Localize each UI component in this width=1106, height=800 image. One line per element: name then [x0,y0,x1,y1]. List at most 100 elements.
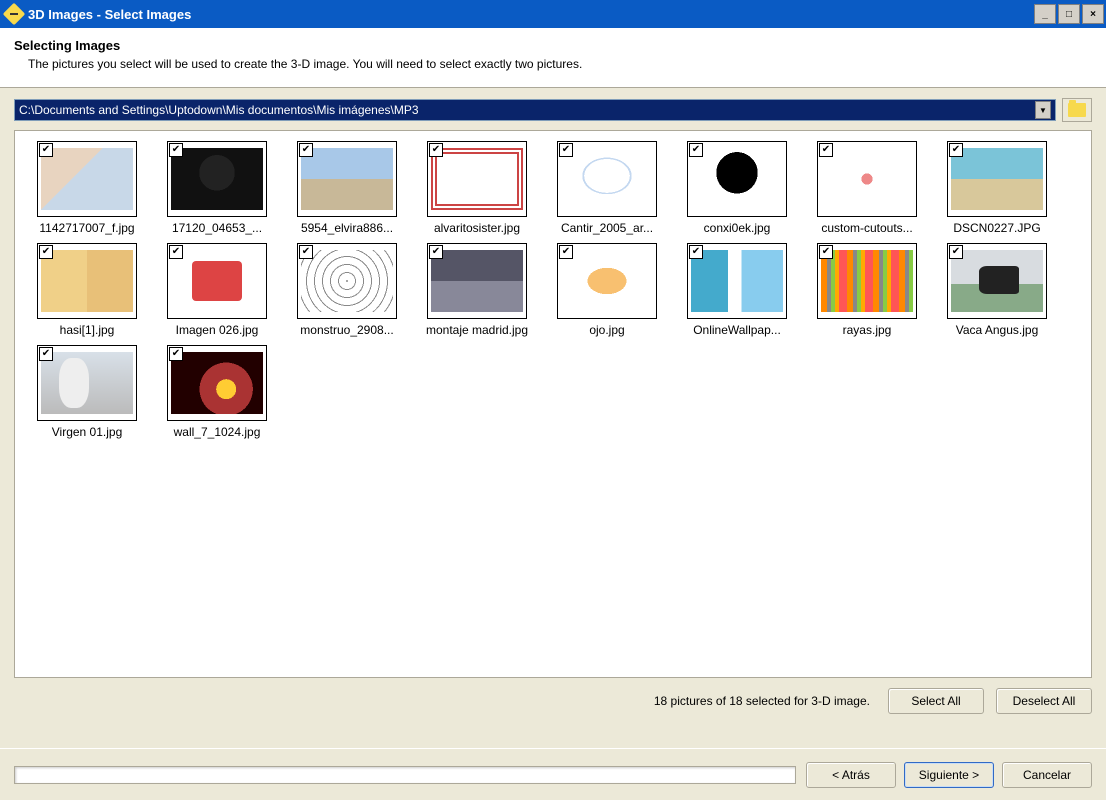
thumbnail-label: OnlineWallpap... [693,323,781,337]
thumbnail-image[interactable]: ✔ [427,243,527,319]
thumbnail-item[interactable]: ✔ojo.jpg [545,243,669,337]
select-all-button[interactable]: Select All [888,688,984,714]
image-placeholder [951,148,1043,210]
thumbnail-image[interactable]: ✔ [167,345,267,421]
thumbnail-image[interactable]: ✔ [167,243,267,319]
page-title: Selecting Images [14,38,1092,53]
image-placeholder [561,250,653,312]
thumbnail-image[interactable]: ✔ [687,243,787,319]
thumbnail-checkbox[interactable]: ✔ [819,245,833,259]
thumbnail-label: rayas.jpg [843,323,892,337]
thumbnail-checkbox[interactable]: ✔ [169,143,183,157]
path-text: C:\Documents and Settings\Uptodown\Mis d… [19,103,419,117]
thumbnail-label: monstruo_2908... [300,323,393,337]
thumbnail-item[interactable]: ✔ montaje madrid.jpg [415,243,539,337]
image-placeholder [431,250,523,312]
thumbnail-image[interactable]: ✔ [37,141,137,217]
thumbnail-item[interactable]: ✔ 5954_elvira886... [285,141,409,235]
deselect-all-button[interactable]: Deselect All [996,688,1092,714]
image-placeholder [951,250,1043,312]
thumbnail-image[interactable]: ✔ [557,243,657,319]
back-button[interactable]: < Atrás [806,762,896,788]
image-placeholder [41,352,133,414]
thumbnail-item[interactable]: ✔17120_04653_... [155,141,279,235]
thumbnail-checkbox[interactable]: ✔ [169,347,183,361]
thumbnail-checkbox[interactable]: ✔ [429,245,443,259]
thumbnail-image[interactable]: ✔ [557,141,657,217]
thumbnail-label: Virgen 01.jpg [52,425,123,439]
thumbnail-label: Imagen 026.jpg [176,323,259,337]
thumbnail-label: 5954_elvira886... [301,221,393,235]
thumbnail-item[interactable]: ✔DSCN0227.JPG [935,141,1059,235]
thumbnail-grid: ✔1142717007_f.jpg✔17120_04653_...✔5954_e… [25,141,1081,439]
image-placeholder [821,250,913,312]
thumbnail-checkbox[interactable]: ✔ [429,143,443,157]
thumbnail-item[interactable]: ✔alvaritosister.jpg [415,141,539,235]
thumbnail-image[interactable]: ✔ [947,243,1047,319]
image-placeholder [171,148,263,210]
cancel-button[interactable]: Cancelar [1002,762,1092,788]
thumbnail-label: Cantir_2005_ar... [561,221,653,235]
thumbnail-item[interactable]: ✔ rayas.jpg [805,243,929,337]
thumbnail-image[interactable]: ✔ [427,141,527,217]
thumbnail-image[interactable]: ✔ [37,243,137,319]
thumbnail-label: conxi0ek.jpg [704,221,771,235]
selection-row: 18 pictures of 18 selected for 3-D image… [14,678,1092,724]
path-row: C:\Documents and Settings\Uptodown\Mis d… [14,98,1092,122]
thumbnail-item[interactable]: ✔ Cantir_2005_ar... [545,141,669,235]
thumbnail-checkbox[interactable]: ✔ [39,245,53,259]
browse-button[interactable] [1062,98,1092,122]
thumbnail-checkbox[interactable]: ✔ [949,245,963,259]
thumbnail-image[interactable]: ✔ [817,141,917,217]
thumbnail-checkbox[interactable]: ✔ [299,245,313,259]
thumbnail-item[interactable]: ✔ Imagen 026.jpg [155,243,279,337]
thumbnail-item[interactable]: ✔ monstruo_2908... [285,243,409,337]
image-placeholder [41,148,133,210]
close-button[interactable]: × [1082,4,1104,24]
thumbnail-item[interactable]: ✔ 1142717007_f.jpg [25,141,149,235]
thumbnail-image[interactable]: ✔ [687,141,787,217]
thumbnail-checkbox[interactable]: ✔ [689,245,703,259]
thumbnail-checkbox[interactable]: ✔ [559,245,573,259]
window-title: 3D Images - Select Images [28,7,1032,22]
thumbnail-image[interactable]: ✔ [297,141,397,217]
thumbnail-label: montaje madrid.jpg [426,323,528,337]
nav-buttons: < Atrás Siguiente > Cancelar [806,762,1092,788]
app-icon [3,3,26,26]
thumbnail-image[interactable]: ✔ [947,141,1047,217]
image-placeholder [301,148,393,210]
thumbnail-label: custom-cutouts... [821,221,912,235]
path-dropdown[interactable]: C:\Documents and Settings\Uptodown\Mis d… [14,99,1056,121]
image-placeholder [301,250,393,312]
chevron-down-icon[interactable]: ▼ [1035,101,1051,119]
thumbnail-checkbox[interactable]: ✔ [559,143,573,157]
thumbnail-checkbox[interactable]: ✔ [39,347,53,361]
body-area: C:\Documents and Settings\Uptodown\Mis d… [0,88,1106,724]
thumbnail-item[interactable]: ✔ conxi0ek.jpg [675,141,799,235]
minimize-button[interactable]: _ [1034,4,1056,24]
titlebar: 3D Images - Select Images _ □ × [0,0,1106,28]
thumbnail-checkbox[interactable]: ✔ [819,143,833,157]
thumbnail-checkbox[interactable]: ✔ [689,143,703,157]
thumbnail-item[interactable]: ✔ custom-cutouts... [805,141,929,235]
thumbnail-checkbox[interactable]: ✔ [39,143,53,157]
image-placeholder [561,148,653,210]
page-subtitle: The pictures you select will be used to … [14,57,1092,71]
thumbnail-item[interactable]: ✔Vaca Angus.jpg [935,243,1059,337]
thumbnail-checkbox[interactable]: ✔ [299,143,313,157]
thumbnail-image[interactable]: ✔ [167,141,267,217]
maximize-button[interactable]: □ [1058,4,1080,24]
thumbnail-checkbox[interactable]: ✔ [949,143,963,157]
thumbnail-image[interactable]: ✔ [297,243,397,319]
thumbnail-image[interactable]: ✔ [817,243,917,319]
image-placeholder [691,250,783,312]
thumbnail-item[interactable]: ✔ Virgen 01.jpg [25,345,149,439]
thumbnail-item[interactable]: ✔hasi[1].jpg [25,243,149,337]
next-button[interactable]: Siguiente > [904,762,994,788]
thumbnail-item[interactable]: ✔wall_7_1024.jpg [155,345,279,439]
thumbnail-checkbox[interactable]: ✔ [169,245,183,259]
thumbnail-image[interactable]: ✔ [37,345,137,421]
thumbnail-item[interactable]: ✔ OnlineWallpap... [675,243,799,337]
thumbnail-label: 1142717007_f.jpg [39,221,134,235]
thumbnail-panel: ✔1142717007_f.jpg✔17120_04653_...✔5954_e… [14,130,1092,678]
